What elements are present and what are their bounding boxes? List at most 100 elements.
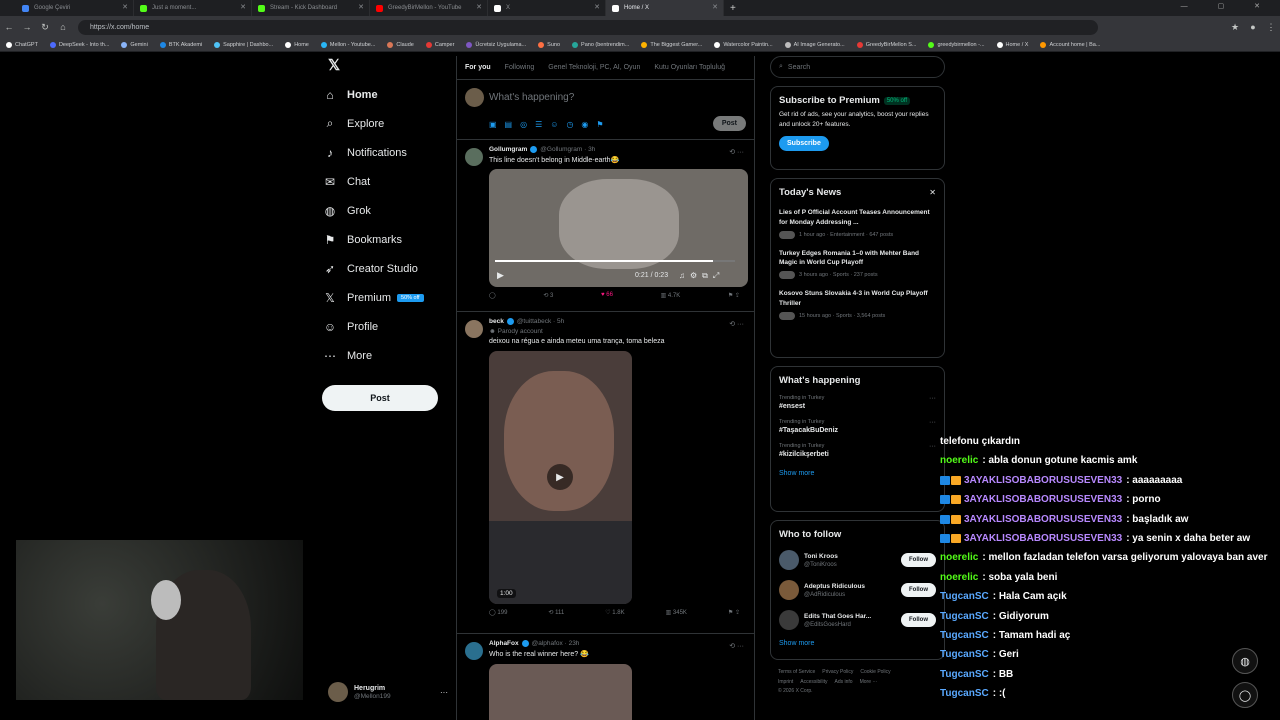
- feed-tab[interactable]: For you: [465, 64, 491, 71]
- bookmark-item[interactable]: Claude: [387, 41, 414, 48]
- video-progress-track[interactable]: [495, 260, 735, 262]
- tweet-image[interactable]: [489, 664, 632, 720]
- close-tab-icon[interactable]: ✕: [240, 3, 246, 11]
- news-item[interactable]: Turkey Edges Romania 1–0 with Mehter Ban…: [779, 249, 936, 279]
- browser-tab[interactable]: Google Çeviri ✕: [16, 0, 134, 16]
- browser-tab[interactable]: Stream - Kick Dashboard ✕: [252, 0, 370, 16]
- nav-item-creator-studio[interactable]: ➶ Creator Studio: [322, 254, 452, 283]
- show-more-link[interactable]: Show more: [779, 470, 936, 477]
- footer-link[interactable]: Terms of Service: [778, 669, 815, 675]
- bookmark-item[interactable]: Camper: [425, 41, 454, 48]
- bookmark-item[interactable]: DeepSeek - Into th...: [49, 41, 109, 48]
- window-controls[interactable]: — ▢ ✕: [1181, 2, 1274, 10]
- bookmark-item[interactable]: Home / X: [996, 41, 1028, 48]
- footer-link[interactable]: Cookie Policy: [860, 669, 890, 675]
- footer-link[interactable]: Privacy Policy: [822, 669, 853, 675]
- home-page-icon[interactable]: ⌂: [54, 22, 72, 32]
- bookmark-item[interactable]: Home: [285, 41, 309, 48]
- repost-icon[interactable]: ⟲ 111: [548, 609, 564, 616]
- follow-suggestion[interactable]: Edits That Goes Har... @EditsGoesHard Foll…: [779, 610, 936, 630]
- new-tab-button[interactable]: +: [730, 3, 736, 14]
- nav-item-home[interactable]: ⌂ Home: [322, 80, 452, 109]
- feed-tab[interactable]: Following: [505, 64, 535, 71]
- footer-link[interactable]: Imprint: [778, 679, 793, 685]
- forward-icon[interactable]: →: [18, 22, 36, 32]
- reply-icon[interactable]: ◯: [489, 292, 496, 299]
- browser-tab[interactable]: Home / X ✕: [606, 0, 724, 16]
- video-controls-icons[interactable]: ♫⚙⧉⤢: [679, 271, 724, 281]
- close-tab-icon[interactable]: ✕: [358, 3, 364, 11]
- star-icon[interactable]: ★: [1226, 22, 1244, 33]
- show-more-link[interactable]: Show more: [779, 640, 936, 647]
- news-item[interactable]: Lies of P Official Account Teases Announ…: [779, 208, 936, 239]
- search-input[interactable]: ⌕ Search: [770, 56, 945, 78]
- close-tab-icon[interactable]: ✕: [122, 3, 128, 11]
- url-field[interactable]: https://x.com/home: [78, 19, 1098, 35]
- compose-input[interactable]: What's happening?: [489, 92, 574, 103]
- bookmark-item[interactable]: AI Image Generato...: [784, 41, 845, 48]
- play-icon[interactable]: ▶: [497, 270, 504, 281]
- bookmark-item[interactable]: BTK Akademi: [159, 41, 202, 48]
- more-icon[interactable]: ···: [929, 419, 936, 426]
- reply-icon[interactable]: ◯ 199: [489, 609, 507, 616]
- close-tab-icon[interactable]: ✕: [594, 3, 600, 11]
- follow-suggestion[interactable]: Toni Kroos @ToniKroos Follow: [779, 550, 936, 570]
- nav-item-explore[interactable]: ⌕ Explore: [322, 109, 452, 138]
- news-item[interactable]: Kosovo Stuns Slovakia 4-3 in World Cup P…: [779, 289, 936, 320]
- repost-icon[interactable]: ⟲ 3: [543, 292, 553, 299]
- feed-tab[interactable]: Kutu Oyunları Topluluğ: [654, 64, 725, 71]
- subscribe-button[interactable]: Subscribe: [779, 135, 829, 151]
- bookmark-item[interactable]: Suno: [538, 41, 560, 48]
- reload-icon[interactable]: ↻: [36, 22, 54, 33]
- bookmark-item[interactable]: The Biggest Gamer...: [641, 41, 702, 48]
- bookmark-item[interactable]: Mellon - Youtube...: [320, 41, 375, 48]
- views-icon[interactable]: ▥ 4.7K: [661, 292, 681, 299]
- nav-item-chat[interactable]: ✉ Chat: [322, 167, 452, 196]
- tweet-more-icon[interactable]: ⟲ ···: [729, 642, 744, 650]
- trend-item[interactable]: Trending in Turkey #ensest ···: [779, 395, 936, 410]
- nav-item-bookmarks[interactable]: ⚑ Bookmarks: [322, 225, 452, 254]
- tweet[interactable]: AlphaFox @alphafox · 23h ⟲ ··· Who is the…: [457, 634, 754, 720]
- bookmark-item[interactable]: Sapphire | Dashbo...: [214, 41, 273, 48]
- follow-button[interactable]: Follow: [901, 583, 936, 597]
- bookmark-item[interactable]: GreedyBirMellon S...: [856, 41, 916, 48]
- menu-icon[interactable]: ⋮: [1262, 22, 1280, 33]
- footer-link[interactable]: Accessibility: [800, 679, 827, 685]
- like-icon[interactable]: ♡ 1.8K: [605, 609, 624, 616]
- follow-button[interactable]: Follow: [901, 613, 936, 627]
- like-icon[interactable]: ♥ 66: [601, 292, 613, 299]
- grok-float-icon[interactable]: ◍: [1232, 648, 1258, 674]
- bookmark-item[interactable]: Account home | Ba...: [1040, 41, 1100, 48]
- more-icon[interactable]: ···: [440, 688, 448, 697]
- bookmark-item[interactable]: greedybirmellon -...: [928, 41, 985, 48]
- footer-link[interactable]: © 2026 X Corp.: [778, 688, 813, 694]
- tweet-video[interactable]: ▶ 1:00: [489, 351, 632, 604]
- follow-suggestion[interactable]: Adeptus Ridiculous @AdRidiculous Follow: [779, 580, 936, 600]
- account-switcher[interactable]: Herugrim @Mellon199 ···: [328, 682, 448, 702]
- nav-item-profile[interactable]: ☺ Profile: [322, 312, 452, 341]
- tweet-more-icon[interactable]: ⟲ ···: [729, 320, 744, 328]
- nav-item-premium[interactable]: 𝕏 Premium 50% off: [322, 283, 452, 312]
- browser-tab[interactable]: X ✕: [488, 0, 606, 16]
- trend-item[interactable]: Trending in Turkey #kizilcikşerbeti ···: [779, 443, 936, 458]
- close-tab-icon[interactable]: ✕: [476, 3, 482, 11]
- more-icon[interactable]: ···: [929, 443, 936, 450]
- nav-item-more[interactable]: ⋯ More: [322, 341, 452, 370]
- bookmark-item[interactable]: ChatGPT: [6, 41, 38, 48]
- tweet[interactable]: Gollumgram @Gollumgram · 3h ⟲ ··· This li…: [457, 140, 754, 312]
- back-icon[interactable]: ←: [0, 22, 18, 32]
- x-logo-icon[interactable]: 𝕏: [322, 56, 452, 80]
- views-icon[interactable]: ▥ 345K: [666, 609, 687, 616]
- play-button-icon[interactable]: ▶: [547, 464, 573, 490]
- tweet-video[interactable]: ▶ 0:21 / 0:23 ♫⚙⧉⤢: [489, 169, 748, 287]
- bookmark-item[interactable]: Ücretsiz Uygulama...: [466, 41, 526, 48]
- bookmark-item[interactable]: Watercolor Paintin...: [714, 41, 773, 48]
- bookmark-share-icons[interactable]: ⚑ ⇪: [728, 292, 740, 299]
- profile-avatar[interactable]: ●: [1244, 22, 1262, 32]
- footer-link[interactable]: Ads info: [835, 679, 853, 685]
- chat-float-icon[interactable]: ◯: [1232, 682, 1258, 708]
- browser-tab[interactable]: Just a moment... ✕: [134, 0, 252, 16]
- close-icon[interactable]: ✕: [929, 188, 936, 197]
- trend-item[interactable]: Trending in Turkey #TaşacakBuDeniz ···: [779, 419, 936, 434]
- bookmark-item[interactable]: Gemini: [121, 41, 148, 48]
